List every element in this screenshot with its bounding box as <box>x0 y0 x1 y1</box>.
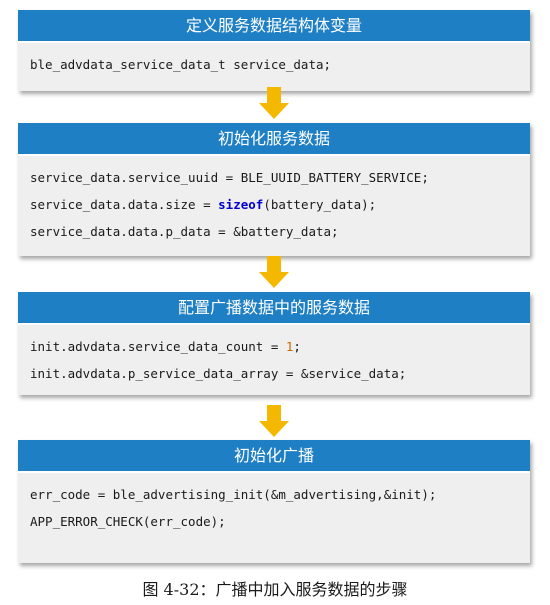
step-title: 配置广播数据中的服务数据 <box>18 292 530 325</box>
step-box-1: 定义服务数据结构体变量 ble_advdata_service_data_t s… <box>18 10 530 91</box>
code-text: init.advdata.service_data_count = <box>30 339 286 354</box>
code-block: err_code = ble_advertising_init(&m_adver… <box>18 473 530 563</box>
code-text: APP_ERROR_CHECK(err_code); <box>30 514 226 529</box>
code-line: service_data.data.size = sizeof(battery_… <box>30 191 518 218</box>
down-arrow-icon <box>259 405 289 437</box>
code-text: ble_advdata_service_data_t service_data; <box>30 57 332 72</box>
down-arrow-icon <box>259 256 289 288</box>
step-title: 初始化服务数据 <box>18 123 530 156</box>
code-line: service_data.data.p_data = &battery_data… <box>30 218 518 245</box>
code-block: ble_advdata_service_data_t service_data; <box>18 43 530 91</box>
step-title: 定义服务数据结构体变量 <box>18 10 530 43</box>
code-keyword: sizeof <box>218 197 264 212</box>
code-line: service_data.service_uuid = BLE_UUID_BAT… <box>30 164 518 191</box>
code-text: service_data.data.size = <box>30 197 219 212</box>
figure-caption: 图 4-32：广播中加入服务数据的步骤 <box>142 580 408 599</box>
code-line: APP_ERROR_CHECK(err_code); <box>30 508 518 535</box>
step-title: 初始化广播 <box>18 440 530 473</box>
code-text: ; <box>293 339 301 354</box>
code-text: (battery_data); <box>263 197 377 212</box>
code-text: err_code = ble_advertising_init(&m_adver… <box>30 487 437 502</box>
code-line: err_code = ble_advertising_init(&m_adver… <box>30 481 518 508</box>
step-box-4: 初始化广播 err_code = ble_advertising_init(&m… <box>18 440 530 563</box>
code-block: service_data.service_uuid = BLE_UUID_BAT… <box>18 156 530 256</box>
code-text: init.advdata.p_service_data_array = &ser… <box>30 366 407 381</box>
step-box-3: 配置广播数据中的服务数据 init.advdata.service_data_c… <box>18 292 530 395</box>
step-box-2: 初始化服务数据 service_data.service_uuid = BLE_… <box>18 123 530 256</box>
code-block: init.advdata.service_data_count = 1; init… <box>18 325 530 395</box>
down-arrow-icon <box>259 87 289 119</box>
code-line: ble_advdata_service_data_t service_data; <box>30 51 518 78</box>
code-line: init.advdata.service_data_count = 1; <box>30 333 518 360</box>
code-line: init.advdata.p_service_data_array = &ser… <box>30 360 518 387</box>
code-text: service_data.data.p_data = &battery_data… <box>30 224 339 239</box>
code-text: service_data.service_uuid = BLE_UUID_BAT… <box>30 170 429 185</box>
